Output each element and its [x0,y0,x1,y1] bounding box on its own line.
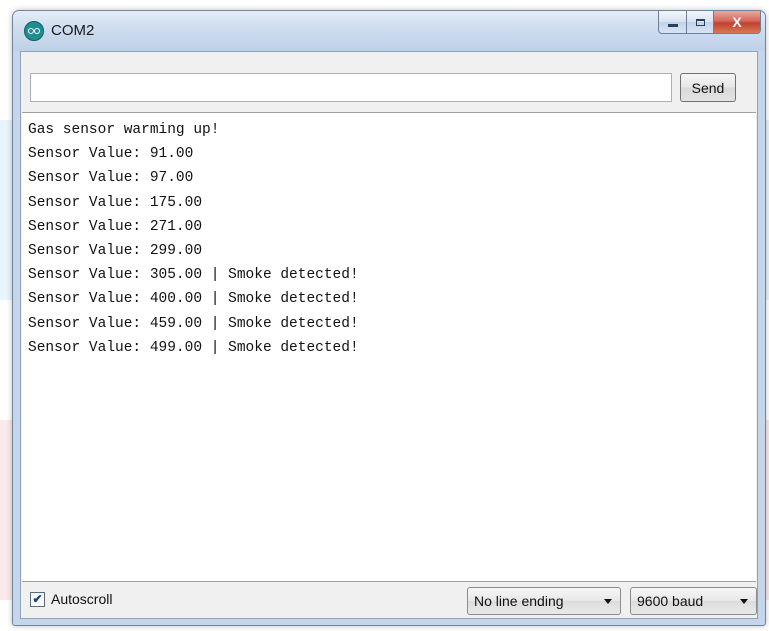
output-line: Sensor Value: 97.00 [28,170,194,187]
autoscroll-toggle[interactable]: ✔ Autoscroll [30,591,112,607]
arduino-icon [24,21,44,41]
line-ending-select[interactable]: No line ending [467,587,621,615]
line-ending-value: No line ending [474,593,564,609]
output-line: Sensor Value: 499.00 | Smoke detected! [28,339,359,356]
close-button[interactable]: X [714,11,761,34]
serial-output[interactable]: Gas sensor warming up! Sensor Value: 91.0… [22,112,756,582]
output-line: Gas sensor warming up! [28,122,220,138]
send-button[interactable]: Send [680,73,736,102]
output-line: Sensor Value: 299.00 [28,243,203,260]
status-bar: ✔ Autoscroll No line ending 9600 baud [21,582,757,618]
output-line: Sensor Value: 175.00 [28,194,203,211]
output-line: Sensor Value: 91.00 [28,146,194,163]
output-line: Sensor Value: 400.00 | Smoke detected! [28,291,359,308]
output-line: Sensor Value: 459.00 | Smoke detected! [28,315,359,332]
window-controls: X [658,11,761,35]
maximize-icon [695,18,705,26]
window-title: COM2 [51,22,95,39]
checkmark-icon: ✔ [32,592,43,606]
serial-monitor-client: Send Gas sensor warming up! Sensor Value:… [20,51,758,619]
output-line: Sensor Value: 271.00 [28,218,203,235]
send-input[interactable] [30,73,672,102]
minimize-button[interactable] [658,11,687,34]
baud-rate-select[interactable]: 9600 baud [630,587,757,615]
title-bar[interactable]: COM2 X [13,11,765,51]
maximize-button[interactable] [687,11,714,34]
autoscroll-checkbox[interactable]: ✔ [30,591,45,607]
baud-rate-value: 9600 baud [637,593,704,609]
autoscroll-label: Autoscroll [51,591,113,607]
output-line: Sensor Value: 305.00 | Smoke detected! [28,267,359,284]
minimize-icon [667,23,678,27]
chevron-down-icon [604,599,612,604]
serial-monitor-window: COM2 X Send Gas sensor warming up! Sensor… [12,10,766,626]
chevron-down-icon [740,599,748,604]
close-icon: X [732,14,742,30]
